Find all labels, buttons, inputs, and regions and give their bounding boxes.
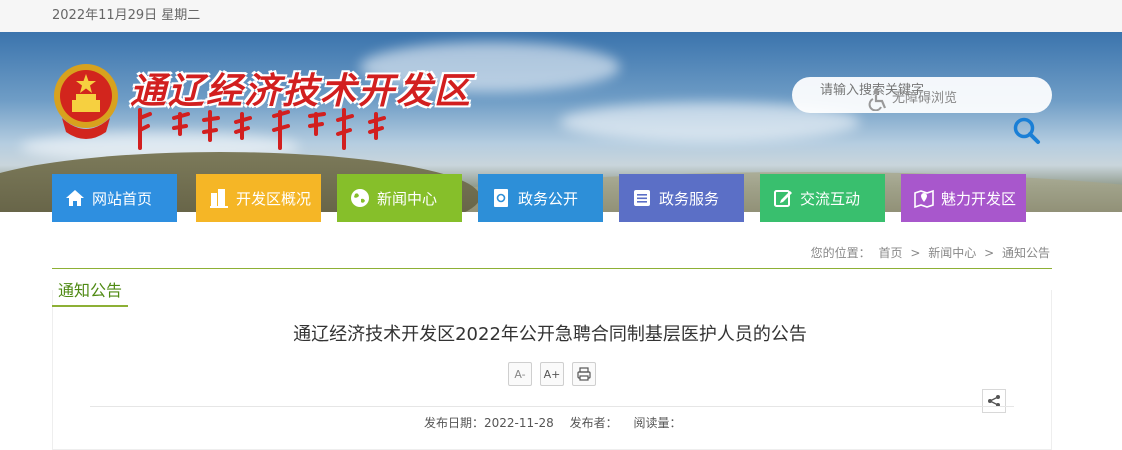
publisher-label: 发布者： [569,416,618,430]
nav-item-label: 魅力开发区 [941,189,1017,208]
nav-item-label: 政务公开 [518,189,579,208]
section-title: 通知公告 [52,277,129,307]
nav-item-label: 网站首页 [92,189,153,208]
publish-date-label: 发布日期： [424,416,485,430]
mongolian-script-logo [138,108,386,150]
accessibility-icon[interactable] [868,89,890,111]
nav-item-interaction[interactable]: 交流互动 [760,174,885,222]
font-smaller-button[interactable]: A- [508,362,532,386]
accessibility-link[interactable]: 无障碍浏览 [892,87,957,106]
current-date: 2022年11月29日 星期二 [52,8,201,23]
font-larger-label: A+ [543,367,561,381]
section-divider [52,268,1052,269]
buildings-icon [206,185,232,211]
breadcrumb-home[interactable]: 首页 [879,246,903,260]
search-box[interactable]: 请输入搜索关键字 无障碍浏览 [792,77,1052,113]
nav-item-label: 开发区概况 [236,189,312,208]
breadcrumb: 您的位置： 首页 > 新闻中心 > 通知公告 [809,244,1052,261]
national-emblem-logo [54,64,118,139]
home-icon [62,185,88,211]
breadcrumb-current[interactable]: 通知公告 [1002,246,1050,260]
font-larger-button[interactable]: A+ [540,362,564,386]
list-icon [629,185,655,211]
nav-item-services[interactable]: 政务服务 [619,174,744,222]
top-bar: 2022年11月29日 星期二 [0,0,1122,32]
nav-item-charm[interactable]: 魅力开发区 [901,174,1026,222]
edit-icon [770,185,796,211]
nav-item-label: 交流互动 [800,189,861,208]
breadcrumb-separator: > [910,246,921,260]
print-button[interactable] [572,362,596,386]
breadcrumb-prefix: 您的位置： [810,246,871,260]
nav-item-label: 新闻中心 [377,189,438,208]
share-button[interactable] [982,389,1006,413]
views-label: 阅读量： [633,416,682,430]
main-navigation: 网站首页 开发区概况 新闻中心 政务公开 政务服务 交流互动 魅力开发区 [52,174,1052,222]
publish-date: 2022-11-28 [484,416,554,430]
nav-item-label: 政务服务 [659,189,720,208]
map-pin-icon [911,185,937,211]
nav-item-overview[interactable]: 开发区概况 [196,174,321,222]
article-title: 通辽经济技术开发区2022年公开急聘合同制基层医护人员的公告 [293,324,807,345]
nav-item-affairs[interactable]: 政务公开 [478,174,603,222]
document-at-icon [488,185,514,211]
search-icon[interactable] [1012,116,1042,146]
globe-icon [347,185,373,211]
article-meta: 发布日期：2022-11-28 发布者： 阅读量： [424,414,693,431]
article-tools: A- A+ [508,362,596,386]
nav-item-home[interactable]: 网站首页 [52,174,177,222]
breadcrumb-news[interactable]: 新闻中心 [928,246,976,260]
font-smaller-label: A- [514,367,526,381]
print-icon [577,367,591,381]
meta-divider [90,406,1014,407]
nav-item-news[interactable]: 新闻中心 [337,174,462,222]
breadcrumb-separator: > [984,246,995,260]
